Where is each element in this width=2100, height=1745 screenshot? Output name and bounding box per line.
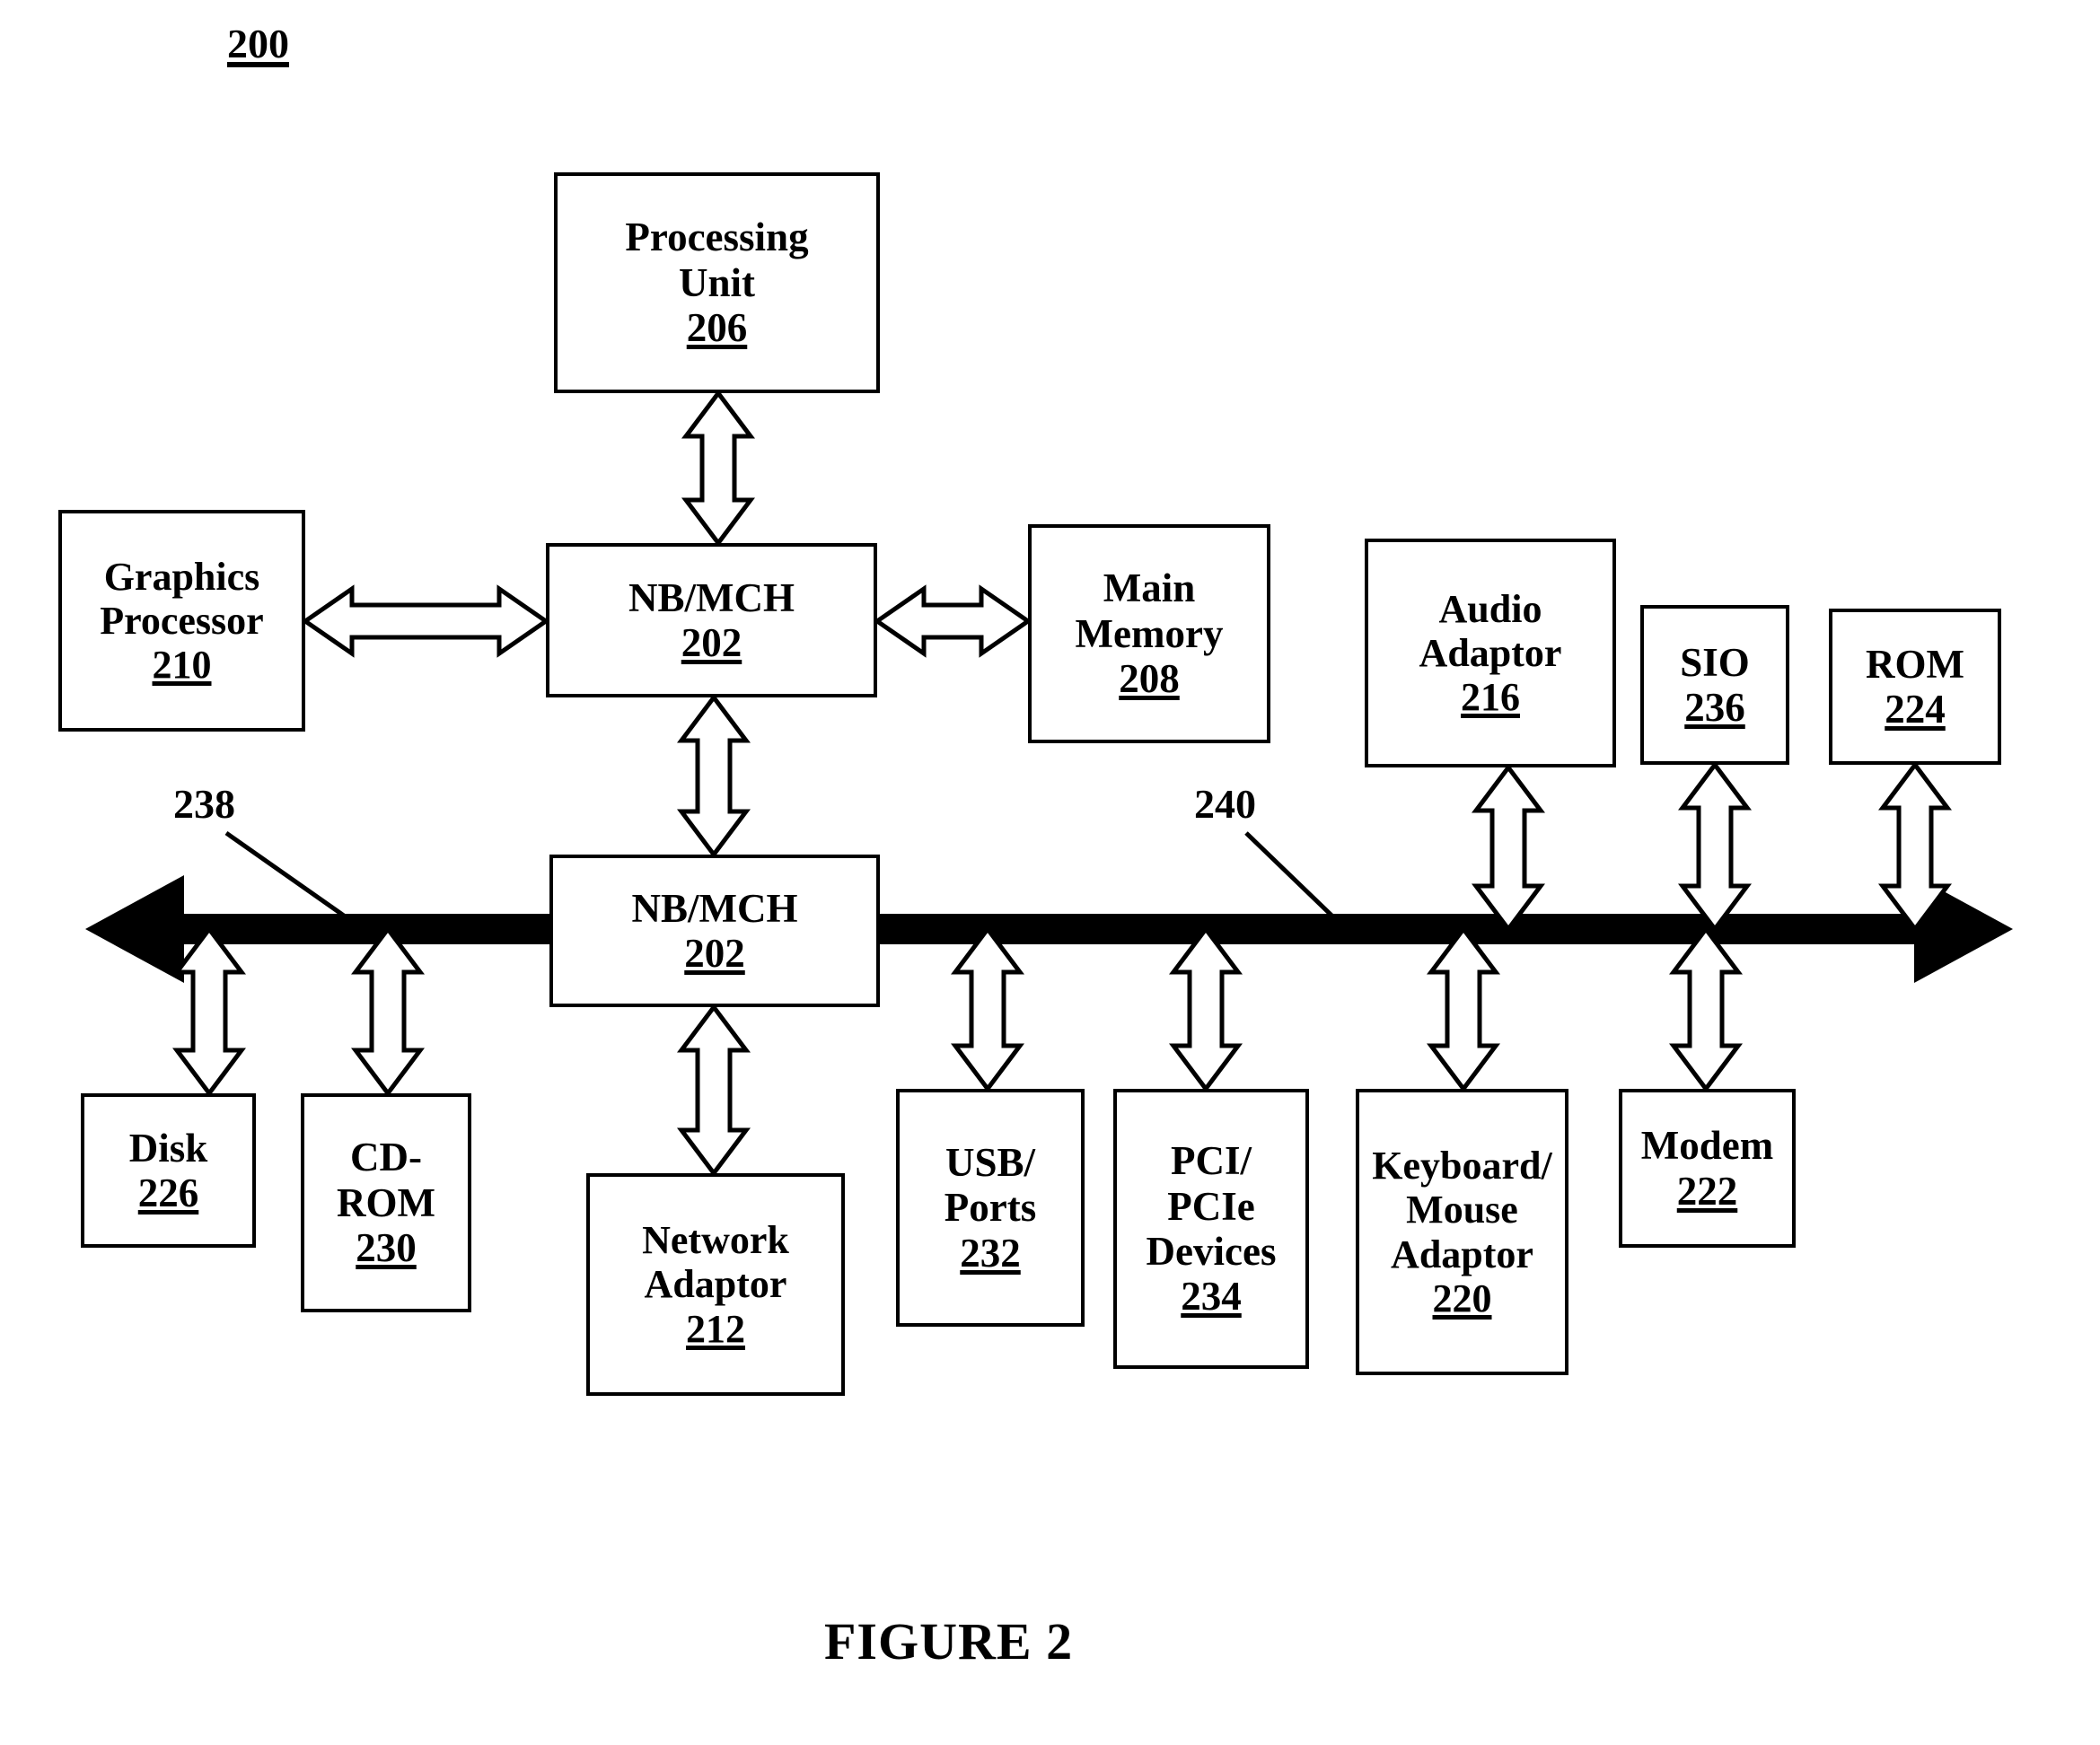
keyboard-mouse-adaptor-ref: 220: [1432, 1276, 1492, 1320]
graphics-processor-line1: Graphics: [103, 554, 260, 599]
network-adaptor-ref: 212: [686, 1306, 745, 1351]
audio-adaptor-ref: 216: [1461, 675, 1520, 720]
processing-unit-line1: Processing: [625, 215, 809, 260]
rom-line1: ROM: [1866, 641, 1964, 687]
rom-ref: 224: [1885, 687, 1946, 732]
cdrom-line1: CD-: [350, 1135, 422, 1180]
arrow-processing-unit-nbmch: [681, 389, 755, 548]
arrow-sio-bus: [1678, 760, 1752, 934]
network-adaptor-line2: Adaptor: [644, 1262, 787, 1307]
connector-layer: [85, 389, 2013, 1178]
keyboard-mouse-adaptor-line1: Keyboard/: [1372, 1143, 1552, 1188]
pci-devices-line1: PCI/: [1171, 1138, 1252, 1184]
block-rom[interactable]: ROM 224: [1829, 609, 2001, 765]
main-memory-line2: Memory: [1075, 610, 1224, 656]
arrow-bus-modem: [1669, 925, 1743, 1093]
graphics-processor-line2: Processor: [100, 598, 264, 643]
network-adaptor-line1: Network: [642, 1218, 789, 1263]
sio-ref: 236: [1684, 685, 1745, 730]
block-usb-ports[interactable]: USB/ Ports 232: [896, 1089, 1085, 1327]
nb-mch-top-ref: 202: [681, 620, 742, 665]
disk-line1: Disk: [128, 1125, 208, 1171]
block-nb-mch-top[interactable]: NB/MCH 202: [546, 543, 877, 697]
patent-figure-canvas: 200 238 240 Processing Unit 206 Graphics…: [0, 0, 2100, 1745]
usb-ports-line2: Ports: [944, 1185, 1037, 1231]
main-memory-line1: Main: [1103, 566, 1196, 611]
nb-mch-bottom-line1: NB/MCH: [631, 885, 798, 931]
graphics-processor-ref: 210: [152, 643, 212, 688]
block-cdrom[interactable]: CD- ROM 230: [301, 1093, 471, 1312]
block-nb-mch-bottom[interactable]: NB/MCH 202: [549, 855, 880, 1007]
arrow-bus-pci-devices: [1169, 925, 1243, 1093]
modem-line1: Modem: [1640, 1123, 1774, 1169]
main-memory-ref: 208: [1119, 656, 1180, 702]
disk-ref: 226: [137, 1171, 199, 1215]
arrow-audio-adaptor-bus: [1472, 763, 1545, 934]
arrow-bus-cdrom: [351, 925, 425, 1098]
sio-line1: SIO: [1680, 639, 1750, 685]
block-processing-unit[interactable]: Processing Unit 206: [554, 172, 880, 393]
block-graphics-processor[interactable]: Graphics Processor 210: [58, 510, 305, 732]
audio-adaptor-line1: Audio: [1438, 586, 1542, 631]
nb-mch-bottom-ref: 202: [684, 931, 745, 976]
usb-ports-line1: USB/: [945, 1139, 1036, 1185]
arrow-nbmch-main-memory: [873, 584, 1032, 658]
figure-caption: FIGURE 2: [824, 1612, 1074, 1670]
arrow-bus-disk: [172, 925, 246, 1098]
processing-unit-line2: Unit: [678, 259, 755, 305]
keyboard-mouse-adaptor-line3: Adaptor: [1391, 1232, 1533, 1276]
pci-devices-line3: Devices: [1146, 1229, 1277, 1274]
audio-adaptor-line2: Adaptor: [1419, 630, 1562, 675]
leader-line-238: [224, 830, 361, 929]
arrow-bus-keyboard-mouse: [1427, 925, 1500, 1093]
nb-mch-top-line1: NB/MCH: [628, 574, 795, 620]
arrow-nbmch-top-bottom: [677, 693, 751, 859]
block-keyboard-mouse-adaptor[interactable]: Keyboard/ Mouse Adaptor 220: [1356, 1089, 1568, 1375]
block-modem[interactable]: Modem 222: [1619, 1089, 1796, 1248]
block-pci-devices[interactable]: PCI/ PCIe Devices 234: [1113, 1089, 1309, 1369]
bus-label-238: 238: [173, 781, 235, 827]
diagram-number-200: 200: [227, 21, 289, 66]
pci-devices-ref: 234: [1181, 1274, 1242, 1320]
pci-devices-line2: PCIe: [1167, 1183, 1255, 1229]
block-sio[interactable]: SIO 236: [1640, 605, 1789, 765]
cdrom-ref: 230: [356, 1225, 417, 1271]
modem-ref: 222: [1676, 1168, 1738, 1214]
arrow-bus-usb-ports: [951, 925, 1024, 1093]
arrow-nbmch-network-adaptor: [677, 1003, 751, 1178]
bus-label-240: 240: [1194, 781, 1256, 827]
block-disk[interactable]: Disk 226: [81, 1093, 256, 1248]
usb-ports-ref: 232: [960, 1230, 1021, 1276]
block-audio-adaptor[interactable]: Audio Adaptor 216: [1365, 539, 1616, 767]
arrow-graphics-nbmch: [301, 584, 550, 658]
keyboard-mouse-adaptor-line2: Mouse: [1406, 1188, 1518, 1232]
cdrom-line2: ROM: [337, 1179, 435, 1225]
block-network-adaptor[interactable]: Network Adaptor 212: [586, 1173, 845, 1396]
processing-unit-ref: 206: [686, 305, 748, 351]
block-main-memory[interactable]: Main Memory 208: [1028, 524, 1270, 743]
